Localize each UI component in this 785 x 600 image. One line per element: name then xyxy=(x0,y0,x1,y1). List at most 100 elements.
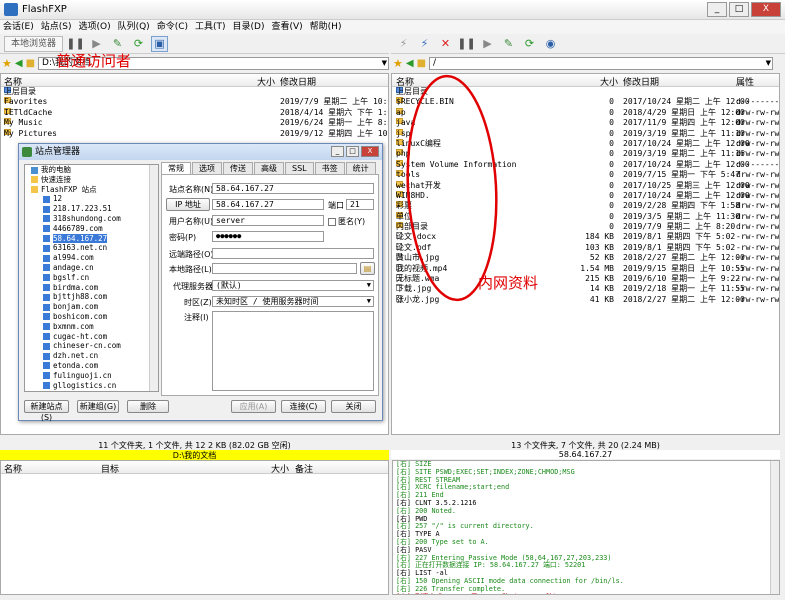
ip-address-field[interactable]: 58.64.167.27 xyxy=(212,199,324,210)
menu-tools[interactable]: 工具(T) xyxy=(195,20,226,34)
table-row[interactable]: WIN8HD. 0 2017/10/24 星期二 上午 12:00 drw-rw-rw… xyxy=(392,190,779,201)
menu-session[interactable]: 会话(E) xyxy=(3,20,34,34)
menu-directory[interactable]: 目录(D) xyxy=(233,20,265,34)
tree-item[interactable]: 4466789.com xyxy=(25,224,158,234)
refresh-icon[interactable]: ⟳ xyxy=(130,36,147,52)
table-row[interactable]: 单位 0 2019/3/5 星期二 上午 11:30 drw-rw-rw- xyxy=(392,211,779,222)
menu-site[interactable]: 站点(S) xyxy=(41,20,72,34)
refresh-icon[interactable]: ⟳ xyxy=(521,36,538,52)
table-row[interactable]: 无标题.wma 215 KB 2019/6/10 星期一 上午 9:22 -rw-rw… xyxy=(392,274,779,284)
table-row[interactable]: 彩票 0 2019/2/28 星期四 下午 1:58 drw-rw-rw- xyxy=(392,201,779,211)
table-row[interactable]: jsp 0 2019/3/19 星期二 上午 11:10 drw-rw-rw- xyxy=(392,128,779,139)
tree-item[interactable]: fulinguoji.cn xyxy=(25,371,158,381)
tree-item[interactable]: 我的电脑 xyxy=(25,165,158,175)
table-row[interactable]: 黄山市.jpg 52 KB 2018/2/27 星期二 上午 12:00 -rw-rw… xyxy=(392,253,779,263)
tree-item[interactable]: bxmnm.com xyxy=(25,322,158,332)
tools-icon[interactable]: ✎ xyxy=(500,36,517,52)
table-row[interactable]: Favorites 2019/7/9 星期二 上午 10:07 xyxy=(1,97,388,107)
local-path-field[interactable] xyxy=(212,263,357,274)
table-row[interactable]: java 0 2017/11/9 星期四 上午 12:00 drw-rw-rw- xyxy=(392,118,779,128)
table-row[interactable]: $RECYCLE.BIN 0 2017/10/24 星期二 上午 12:00 d---… xyxy=(392,97,779,107)
table-row[interactable]: tools 0 2019/7/15 星期一 下午 5:47 drw-rw-rw- xyxy=(392,170,779,180)
table-row[interactable]: 内部目录 0 2019/7/9 星期二 上午 8:20 drw-rw-rw- xyxy=(392,222,779,232)
tree-item[interactable]: 快速连接 xyxy=(25,175,158,185)
col-size[interactable]: 大小 xyxy=(271,462,289,475)
tree-item[interactable]: godsgood.cn xyxy=(25,390,158,391)
tree-item[interactable]: cugac-ht.com xyxy=(25,332,158,342)
chevron-down-icon[interactable]: ▼ xyxy=(766,58,771,69)
tree-item[interactable]: bjttjh88.com xyxy=(25,292,158,302)
tree-item[interactable]: 12 xyxy=(25,194,158,204)
tree-item[interactable]: dzh.net.cn xyxy=(25,351,158,361)
delete-button[interactable]: 删除 xyxy=(127,400,169,413)
log-scrollbar[interactable] xyxy=(770,461,779,594)
tab-options[interactable]: 选项 xyxy=(192,162,222,174)
tree-item[interactable]: bonjam.com xyxy=(25,302,158,312)
dialog-maximize-button[interactable]: □ xyxy=(346,146,359,157)
tab-general[interactable]: 常规 xyxy=(161,162,191,174)
tree-item[interactable]: 218.17.223.51 xyxy=(25,204,158,214)
table-row[interactable]: ap 0 2018/4/29 星期日 上午 12:00 drw-rw-rw- xyxy=(392,107,779,118)
ip-address-button[interactable]: IP 地址 xyxy=(166,198,210,211)
local-browser-button[interactable]: 本地浏览器 xyxy=(4,35,64,52)
tree-item[interactable]: FlashFXP 站点 xyxy=(25,185,158,195)
col-note[interactable]: 备注 xyxy=(295,462,313,475)
star-icon[interactable]: ★ xyxy=(2,57,12,70)
table-row[interactable]: php 0 2019/3/19 星期二 上午 11:16 drw-rw-rw- xyxy=(392,149,779,159)
dialog-minimize-button[interactable]: _ xyxy=(331,146,344,157)
table-row[interactable]: 论文.docx 184 KB 2019/8/1 星期四 下午 5:02 -rw-rw-… xyxy=(392,232,779,242)
tab-advanced[interactable]: 高级 xyxy=(254,162,284,174)
tree-item[interactable]: birdma.com xyxy=(25,283,158,293)
tree-item[interactable]: chineser-cn.com xyxy=(25,341,158,351)
menu-options[interactable]: 选项(O) xyxy=(78,20,110,34)
parent-dir-row[interactable]: 上层目录 xyxy=(1,87,388,97)
right-path-input[interactable]: / ▼ xyxy=(429,57,774,70)
table-row[interactable]: IETldCache 2018/4/14 星期六 下午 1:08 xyxy=(1,107,388,118)
tab-ssl[interactable]: SSL xyxy=(285,162,314,174)
anonymous-checkbox[interactable]: 匿名(Y) xyxy=(328,216,365,227)
parent-dir-row[interactable]: 上层目录 xyxy=(392,87,779,97)
tree-scrollbar[interactable] xyxy=(149,165,158,391)
tree-item[interactable]: al994.com xyxy=(25,253,158,263)
site-name-field[interactable]: 58.64.167.27 xyxy=(212,183,374,194)
table-row[interactable]: My Music 2019/6/24 星期一 上午 8:36 xyxy=(1,118,388,128)
back-icon[interactable]: ◀ xyxy=(15,58,23,69)
globe-icon[interactable]: ◉ xyxy=(542,36,559,52)
table-row[interactable]: My Pictures2019/9/12 星期四 上午 10:54 xyxy=(1,128,388,139)
menu-commands[interactable]: 命令(C) xyxy=(157,20,188,34)
table-row[interactable]: 下载.jpg 14 KB 2019/2/18 星期一 上午 11:55 -rw-rw-… xyxy=(392,284,779,294)
browse-folder-icon[interactable]: ▤ xyxy=(360,262,375,275)
menu-queue[interactable]: 队列(Q) xyxy=(118,20,150,34)
table-row[interactable]: wechat开发 0 2017/10/25 星期三 上午 12:00 drw-rw-r… xyxy=(392,180,779,191)
chevron-down-icon[interactable]: ▼ xyxy=(382,58,387,69)
username-field[interactable]: server xyxy=(212,215,324,226)
close-button[interactable]: X xyxy=(751,2,781,17)
port-field[interactable]: 21 xyxy=(346,199,374,210)
new-site-button[interactable]: 新建站点(S) xyxy=(24,400,69,422)
transfer-icon[interactable]: ▶ xyxy=(479,36,496,52)
star-icon[interactable]: ★ xyxy=(393,57,403,70)
table-row[interactable]: System Volume Information 0 2017/10/24 星期二… xyxy=(392,159,779,170)
tab-stats[interactable]: 统计 xyxy=(345,162,376,174)
tree-item[interactable]: 318shundong.com xyxy=(25,214,158,224)
tree-item[interactable]: 63163.net.cn xyxy=(25,243,158,253)
minimize-button[interactable]: _ xyxy=(707,2,727,17)
tab-transfer[interactable]: 传送 xyxy=(223,162,253,174)
tree-item[interactable]: etonda.com xyxy=(25,361,158,371)
menu-help[interactable]: 帮助(H) xyxy=(310,20,342,34)
back-icon[interactable]: ◀ xyxy=(406,58,414,69)
abort-icon[interactable]: ✕ xyxy=(437,36,454,52)
new-group-button[interactable]: 新建组(G) xyxy=(77,400,119,413)
proxy-select[interactable]: (默认) ▼ xyxy=(212,280,374,291)
tree-item[interactable]: andage.cn xyxy=(25,263,158,273)
tree-item[interactable]: bgslf.cn xyxy=(25,273,158,283)
table-row[interactable]: 张小龙.jpg 41 KB 2018/2/27 星期二 上午 12:00 -rw-rw… xyxy=(392,294,779,305)
col-target[interactable]: 目标 xyxy=(101,462,119,475)
tab-bookmarks[interactable]: 书签 xyxy=(314,162,345,174)
dialog-close-button[interactable]: X xyxy=(361,146,379,157)
timezone-select[interactable]: 未知时区 / 使用服务器时间 ▼ xyxy=(212,296,374,307)
password-field[interactable]: ●●●●●● xyxy=(212,231,324,242)
connect-icon[interactable]: ⚡ xyxy=(395,36,412,52)
table-row[interactable]: 我的视频.mp4 1.54 MB 2019/9/15 星期日 上午 10:55 -rw… xyxy=(392,263,779,274)
tree-item[interactable]: boshicom.com xyxy=(25,312,158,322)
